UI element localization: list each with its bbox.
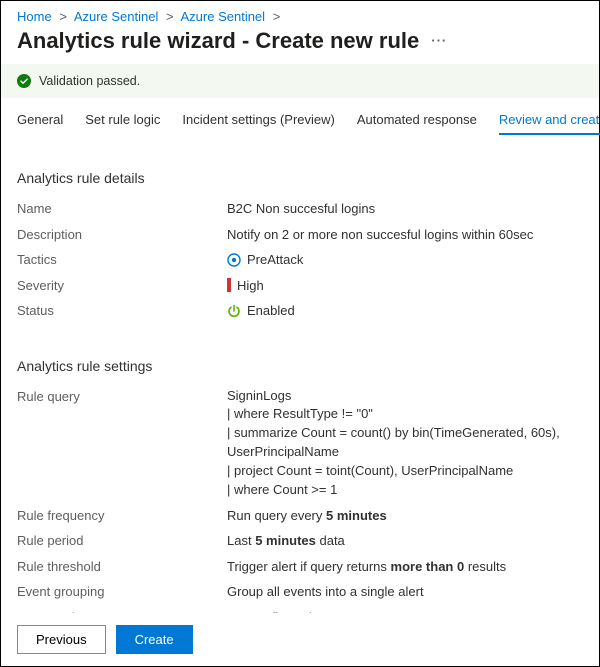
value-name: B2C Non succesful logins (227, 199, 583, 219)
tab-set-rule-logic[interactable]: Set rule logic (85, 106, 160, 135)
threshold-suffix: results (464, 559, 506, 574)
row-description: Description Notify on 2 or more non succ… (17, 222, 583, 248)
label-tactics: Tactics (17, 250, 227, 270)
row-rule-frequency: Rule frequency Run query every 5 minutes (17, 503, 583, 529)
status-text: Enabled (247, 301, 295, 321)
breadcrumb-link-home[interactable]: Home (17, 9, 52, 24)
previous-button[interactable]: Previous (17, 625, 106, 654)
tactics-text: PreAttack (247, 250, 303, 270)
threshold-prefix: Trigger alert if query returns (227, 559, 391, 574)
value-description: Notify on 2 or more non succesful logins… (227, 225, 583, 245)
label-rule-query: Rule query (17, 387, 227, 407)
content-area: Analytics rule details Name B2C Non succ… (1, 136, 599, 646)
label-rule-frequency: Rule frequency (17, 506, 227, 526)
row-rule-query: Rule query SigninLogs | where ResultType… (17, 384, 583, 503)
tab-bar: General Set rule logic Incident settings… (1, 98, 599, 136)
power-icon (227, 304, 241, 318)
label-status: Status (17, 301, 227, 321)
breadcrumb: Home > Azure Sentinel > Azure Sentinel > (1, 1, 599, 28)
period-bold: 5 minutes (255, 533, 316, 548)
value-rule-frequency: Run query every 5 minutes (227, 506, 583, 526)
label-rule-period: Rule period (17, 531, 227, 551)
label-severity: Severity (17, 276, 227, 296)
value-status: Enabled (227, 301, 583, 321)
create-button[interactable]: Create (116, 625, 193, 654)
breadcrumb-link-sentinel-2[interactable]: Azure Sentinel (181, 9, 266, 24)
row-tactics: Tactics PreAttack (17, 247, 583, 273)
validation-message: Validation passed. (39, 74, 140, 88)
value-tactics: PreAttack (227, 250, 583, 270)
section-title-settings: Analytics rule settings (17, 358, 583, 374)
label-name: Name (17, 199, 227, 219)
label-description: Description (17, 225, 227, 245)
page-title: Analytics rule wizard - Create new rule (17, 28, 419, 54)
row-name: Name B2C Non succesful logins (17, 196, 583, 222)
row-rule-threshold: Rule threshold Trigger alert if query re… (17, 554, 583, 580)
page-header: Analytics rule wizard - Create new rule … (1, 28, 599, 64)
threshold-bold: more than 0 (391, 559, 465, 574)
freq-bold: 5 minutes (326, 508, 387, 523)
period-prefix: Last (227, 533, 255, 548)
value-rule-query: SigninLogs | where ResultType != "0" | s… (227, 387, 583, 500)
breadcrumb-sep: > (166, 9, 174, 24)
row-severity: Severity High (17, 273, 583, 299)
tab-incident-settings[interactable]: Incident settings (Preview) (182, 106, 334, 135)
validation-banner: Validation passed. (1, 64, 599, 98)
label-event-grouping: Event grouping (17, 582, 227, 602)
severity-bar-icon (227, 278, 231, 292)
tab-automated-response[interactable]: Automated response (357, 106, 477, 135)
value-rule-threshold: Trigger alert if query returns more than… (227, 557, 583, 577)
breadcrumb-sep: > (59, 9, 67, 24)
tab-review-and-create[interactable]: Review and create (499, 106, 600, 135)
label-rule-threshold: Rule threshold (17, 557, 227, 577)
check-circle-icon (17, 74, 31, 88)
period-suffix: data (316, 533, 345, 548)
row-rule-period: Rule period Last 5 minutes data (17, 528, 583, 554)
target-icon (227, 253, 241, 267)
breadcrumb-link-sentinel-1[interactable]: Azure Sentinel (74, 9, 159, 24)
value-severity: High (227, 276, 583, 296)
value-event-grouping: Group all events into a single alert (227, 582, 583, 602)
footer-actions: Previous Create (1, 613, 599, 666)
breadcrumb-sep: > (273, 9, 281, 24)
more-actions-button[interactable]: ··· (431, 33, 447, 50)
freq-prefix: Run query every (227, 508, 326, 523)
value-rule-period: Last 5 minutes data (227, 531, 583, 551)
severity-text: High (237, 276, 264, 296)
row-status: Status Enabled (17, 298, 583, 324)
section-title-details: Analytics rule details (17, 170, 583, 186)
row-event-grouping: Event grouping Group all events into a s… (17, 579, 583, 605)
tab-general[interactable]: General (17, 106, 63, 135)
